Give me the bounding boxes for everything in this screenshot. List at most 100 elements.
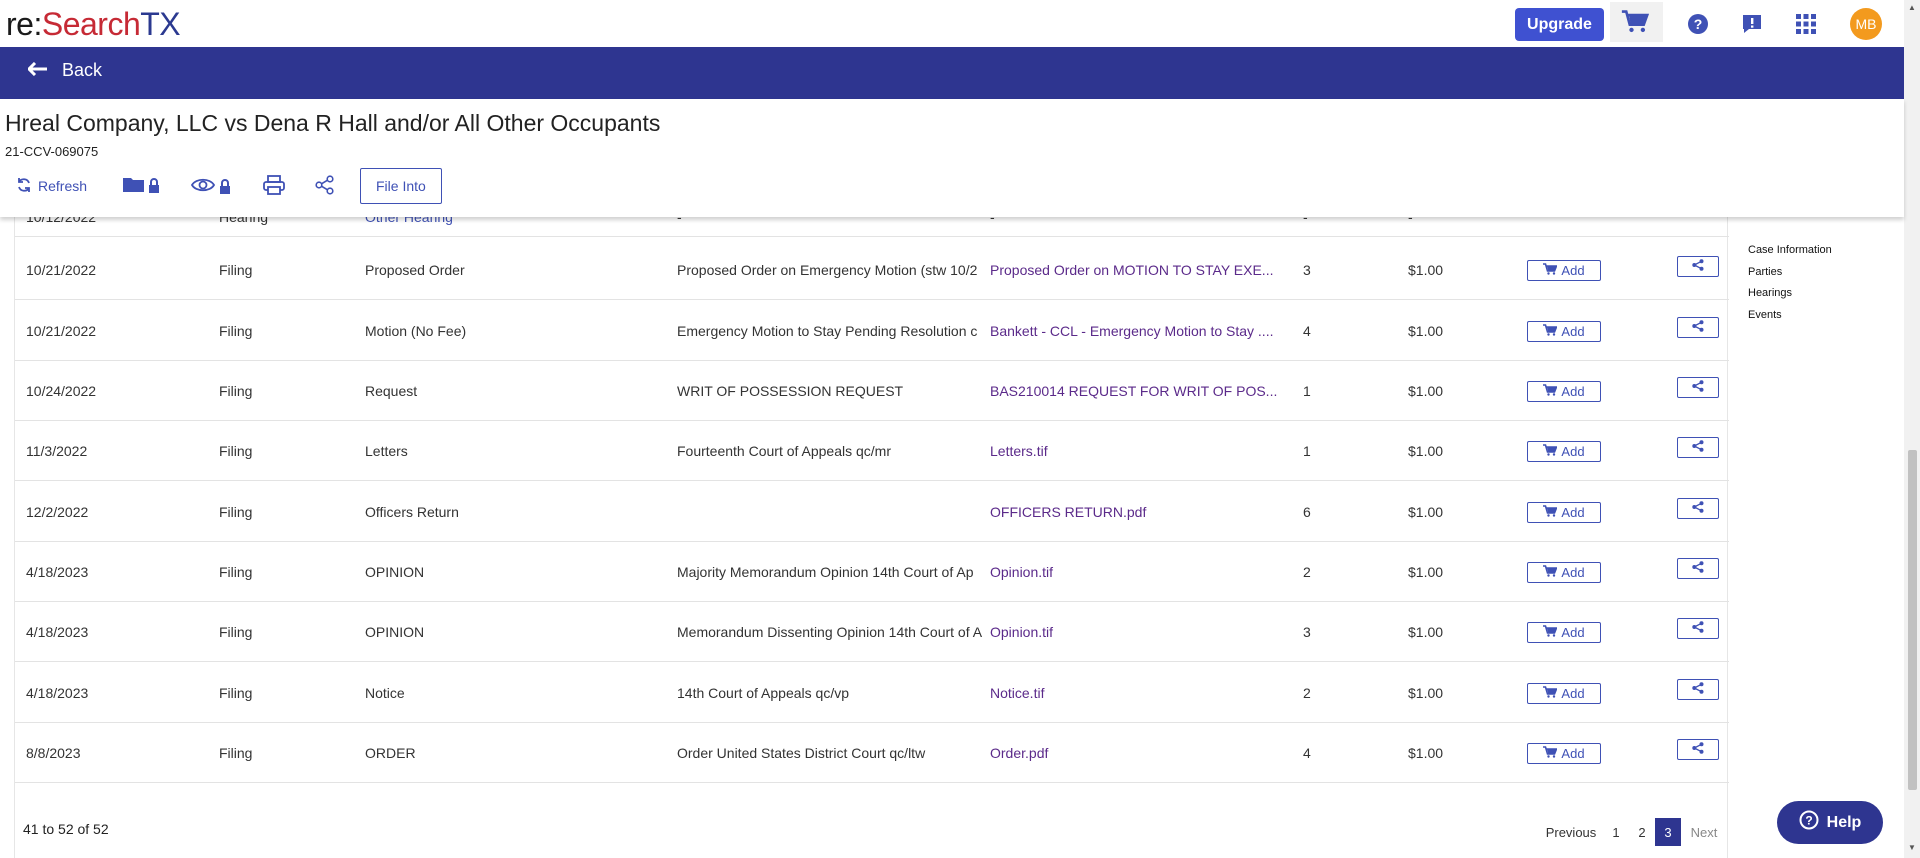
share-document-button[interactable] (1677, 617, 1719, 639)
pagination-page-3[interactable]: 3 (1655, 818, 1681, 846)
cell-type: Filing (219, 443, 253, 459)
back-button[interactable]: Back (26, 60, 102, 81)
upgrade-button[interactable]: Upgrade (1515, 8, 1604, 41)
add-to-cart-button[interactable]: Add (1527, 380, 1601, 402)
add-to-cart-button[interactable]: Add (1527, 501, 1601, 523)
nav-bar: Back (0, 47, 1904, 99)
cell-description: Order United States District Court qc/lt… (677, 745, 926, 761)
add-to-cart-button[interactable]: Add (1527, 742, 1601, 764)
sidenav-case-information[interactable]: Case Information (1748, 240, 1832, 262)
sidenav-hearings[interactable]: Hearings (1748, 283, 1832, 305)
cart-icon (1543, 443, 1559, 459)
avatar[interactable]: MB (1850, 8, 1882, 40)
cell-add: Add (1527, 542, 1601, 602)
help-circle-icon[interactable]: ? (1684, 10, 1712, 38)
share-icon (315, 174, 335, 198)
cell-date: 11/3/2022 (26, 443, 88, 459)
file-into-button[interactable]: File Into (360, 168, 442, 204)
cell-type: Filing (219, 685, 253, 701)
print-button[interactable] (263, 168, 315, 204)
feedback-icon[interactable] (1738, 10, 1766, 38)
apps-grid-icon[interactable] (1792, 10, 1820, 38)
cell-type: Filing (219, 504, 253, 520)
add-to-cart-button[interactable]: Add (1527, 561, 1601, 583)
add-to-cart-button[interactable]: Add (1527, 259, 1601, 281)
researchtx-logo[interactable]: re:SearchTX (6, 8, 181, 40)
help-button[interactable]: ? Help (1777, 801, 1883, 844)
cell-type: Filing (219, 745, 253, 761)
refresh-button[interactable]: Refresh (16, 168, 122, 204)
cell-pages: 1 (1303, 443, 1311, 459)
pagination-next[interactable]: Next (1681, 818, 1727, 846)
add-label: Add (1561, 383, 1585, 399)
share-document-button[interactable] (1677, 376, 1719, 398)
share-case-button[interactable] (315, 168, 360, 204)
pagination: Previous 1 2 3 Next (1539, 818, 1727, 846)
cell-price: $1.00 (1408, 504, 1444, 520)
cell-add: Add (1527, 240, 1601, 300)
share-document-button[interactable] (1677, 255, 1719, 277)
scroll-down-icon[interactable]: ▼ (1908, 844, 1916, 852)
add-label: Add (1561, 323, 1585, 339)
share-icon (1692, 319, 1704, 335)
svg-text:?: ? (1694, 16, 1703, 32)
add-to-cart-button[interactable]: Add (1527, 621, 1601, 643)
cart-icon (1543, 564, 1559, 580)
cell-price: $1.00 (1408, 262, 1444, 278)
add-label: Add (1561, 262, 1585, 278)
cell-share (1677, 240, 1719, 300)
add-to-cart-button[interactable]: Add (1527, 440, 1601, 462)
cell-event-name: Proposed Order (365, 262, 465, 278)
cell-document[interactable]: BAS210014 REQUEST FOR WRIT OF POS... (990, 361, 1290, 421)
cell-document[interactable]: Notice.tif (990, 663, 1290, 723)
cell-event-name: Request (365, 383, 418, 399)
watch-locked-button[interactable] (190, 168, 263, 204)
cart-icon (1543, 504, 1559, 520)
share-document-button[interactable] (1677, 436, 1719, 458)
case-toolbar: Refresh File Into (16, 168, 442, 204)
case-number: 21-CCV-069075 (5, 144, 99, 159)
pagination-page-2[interactable]: 2 (1629, 818, 1655, 846)
scroll-thumb[interactable] (1908, 450, 1917, 790)
share-document-button[interactable] (1677, 738, 1719, 760)
cell-share (1677, 542, 1719, 602)
cell-document[interactable]: Opinion.tif (990, 542, 1290, 602)
cart-icon (1621, 8, 1649, 36)
sidenav-events[interactable]: Events (1748, 305, 1832, 327)
cell-document[interactable]: Letters.tif (990, 421, 1290, 481)
add-label: Add (1561, 443, 1585, 459)
cell-price: $1.00 (1408, 383, 1444, 399)
cell-date: 4/18/2023 (26, 685, 89, 701)
cell-document[interactable]: Proposed Order on MOTION TO STAY EXE... (990, 240, 1290, 300)
share-document-button[interactable] (1677, 316, 1719, 338)
folder-locked-button[interactable] (122, 168, 191, 204)
folder-lock-icon (122, 175, 162, 198)
sidenav-parties[interactable]: Parties (1748, 262, 1832, 284)
cell-document[interactable]: Order.pdf (990, 723, 1290, 783)
cell-add: Add (1527, 663, 1601, 723)
cell-description (677, 482, 995, 542)
cart-button[interactable] (1610, 2, 1663, 42)
share-document-button[interactable] (1677, 678, 1719, 700)
cell-share (1677, 723, 1719, 783)
cell-document[interactable]: OFFICERS RETURN.pdf (990, 482, 1290, 542)
pagination-previous[interactable]: Previous (1539, 818, 1603, 846)
add-to-cart-button[interactable]: Add (1527, 320, 1601, 342)
add-to-cart-button[interactable]: Add (1527, 682, 1601, 704)
cell-event-name: Motion (No Fee) (365, 323, 467, 339)
cell-date: 4/18/2023 (26, 564, 89, 580)
table-row: 4/18/2023 Filing OPINION Majority Memorandu… (15, 542, 1729, 602)
cell-type: Filing (219, 323, 253, 339)
pagination-page-1[interactable]: 1 (1603, 818, 1629, 846)
page-scrollbar[interactable]: ▲ ▼ (1904, 0, 1920, 858)
share-document-button[interactable] (1677, 497, 1719, 519)
cell-date: 4/18/2023 (26, 624, 89, 640)
cell-document[interactable]: Bankett - CCL - Emergency Motion to Stay… (990, 301, 1290, 361)
cell-description: Fourteenth Court of Appeals qc/mr (677, 443, 891, 459)
cell-document[interactable]: Opinion.tif (990, 602, 1290, 662)
share-document-button[interactable] (1677, 557, 1719, 579)
scroll-up-icon[interactable]: ▲ (1908, 4, 1916, 12)
cell-pages: 1 (1303, 383, 1311, 399)
cell-event-name: ORDER (365, 745, 416, 761)
cell-date: 10/24/2022 (26, 383, 97, 399)
